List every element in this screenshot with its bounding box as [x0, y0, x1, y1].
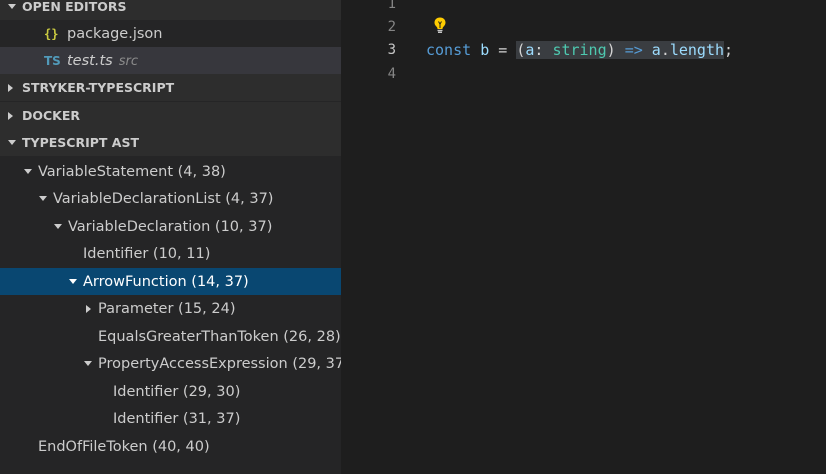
open-editor-item-active[interactable]: TS test.ts src [0, 47, 341, 74]
chevron-down-icon [24, 158, 32, 185]
line-number: 1 [387, 0, 396, 12]
ast-node[interactable]: Parameter (15, 24) [0, 295, 341, 322]
chevron-right-icon [8, 74, 13, 101]
section-title: TYPESCRIPT AST [22, 135, 139, 150]
section-stryker[interactable]: STRYKER-TYPESCRIPT [0, 74, 341, 101]
chevron-down-icon [8, 129, 16, 156]
chevron-down-icon [84, 350, 92, 377]
ast-node-label: Identifier (10, 11) [83, 245, 211, 262]
section-title: DOCKER [22, 108, 81, 123]
file-name: package.json [67, 25, 163, 42]
file-folder: src [118, 53, 138, 69]
code-text[interactable]: const b = (a: string) => a.length; [426, 41, 733, 59]
type-string: string [552, 41, 607, 59]
keyword-const: const [426, 41, 472, 59]
object-a: a [651, 41, 661, 59]
section-open-editors[interactable]: OPEN EDITORS [0, 0, 341, 20]
ast-node[interactable]: VariableStatement (4, 38) [0, 158, 341, 185]
section-title: STRYKER-TYPESCRIPT [22, 80, 175, 95]
ast-node[interactable]: Identifier (10, 11) [0, 240, 341, 267]
chevron-right-icon [84, 295, 92, 322]
open-editor-item[interactable]: {} package.json [0, 20, 341, 47]
arrow-token: => [624, 41, 643, 59]
identifier-b: b [480, 41, 490, 59]
chevron-down-icon [69, 268, 77, 295]
ast-node-label: Parameter (15, 24) [98, 300, 236, 317]
chevron-down-icon [54, 213, 62, 240]
ast-node[interactable]: VariableDeclaration (10, 37) [0, 213, 341, 240]
ast-node-label: ArrowFunction (14, 37) [83, 273, 249, 290]
ast-node[interactable]: PropertyAccessExpression (29, 37) [0, 350, 341, 377]
ast-node-label: Identifier (29, 30) [113, 383, 241, 400]
section-title: OPEN EDITORS [22, 0, 127, 14]
semicolon: ; [724, 41, 734, 59]
ast-node-label: VariableDeclarationList (4, 37) [53, 190, 274, 207]
section-typescript-ast[interactable]: TYPESCRIPT AST [0, 129, 341, 156]
chevron-down-icon [39, 185, 47, 212]
chevron-down-icon [8, 0, 16, 20]
ast-node-label: EqualsGreaterThanToken (26, 28) [98, 328, 341, 345]
arrow-function-selection: (a: string) => a.length [516, 41, 725, 59]
line-number: 4 [387, 66, 396, 82]
ast-node-label: PropertyAccessExpression (29, 37) [98, 355, 341, 372]
json-file-icon: {} [44, 26, 59, 41]
ast-node[interactable]: VariableDeclarationList (4, 37) [0, 185, 341, 212]
chevron-right-icon [8, 102, 13, 129]
line-number: 2 [387, 19, 396, 35]
paren-open: ( [516, 41, 526, 59]
sidebar: OPEN EDITORS {} package.json TS test.ts s… [0, 0, 341, 474]
code-editor[interactable]: 1 2 3 const b = (a: string) => a.length;… [341, 0, 826, 474]
line-number: 3 [387, 42, 396, 58]
ast-node[interactable]: Identifier (29, 30) [0, 378, 341, 405]
ast-node-label: Identifier (31, 37) [113, 410, 241, 427]
ast-node-label: VariableDeclaration (10, 37) [68, 218, 273, 235]
ast-node-selected[interactable]: ArrowFunction (14, 37) [0, 268, 341, 295]
property-length: length [669, 41, 725, 59]
equals-token: = [498, 41, 508, 59]
ast-node-label: VariableStatement (4, 38) [38, 163, 226, 180]
ast-node-label: EndOfFileToken (40, 40) [38, 438, 210, 455]
ast-node[interactable]: EndOfFileToken (40, 40) [0, 433, 341, 460]
file-name: test.ts [67, 52, 113, 69]
typescript-file-icon: TS [44, 53, 61, 68]
ast-node[interactable]: EqualsGreaterThanToken (26, 28) [0, 323, 341, 350]
lightbulb-icon[interactable] [432, 16, 448, 34]
section-docker[interactable]: DOCKER [0, 102, 341, 129]
ast-node[interactable]: Identifier (31, 37) [0, 405, 341, 432]
paren-close: ) [606, 41, 616, 59]
colon-token: : [534, 41, 544, 59]
dot-token: . [660, 41, 670, 59]
vscode-window: OPEN EDITORS {} package.json TS test.ts s… [0, 0, 826, 474]
